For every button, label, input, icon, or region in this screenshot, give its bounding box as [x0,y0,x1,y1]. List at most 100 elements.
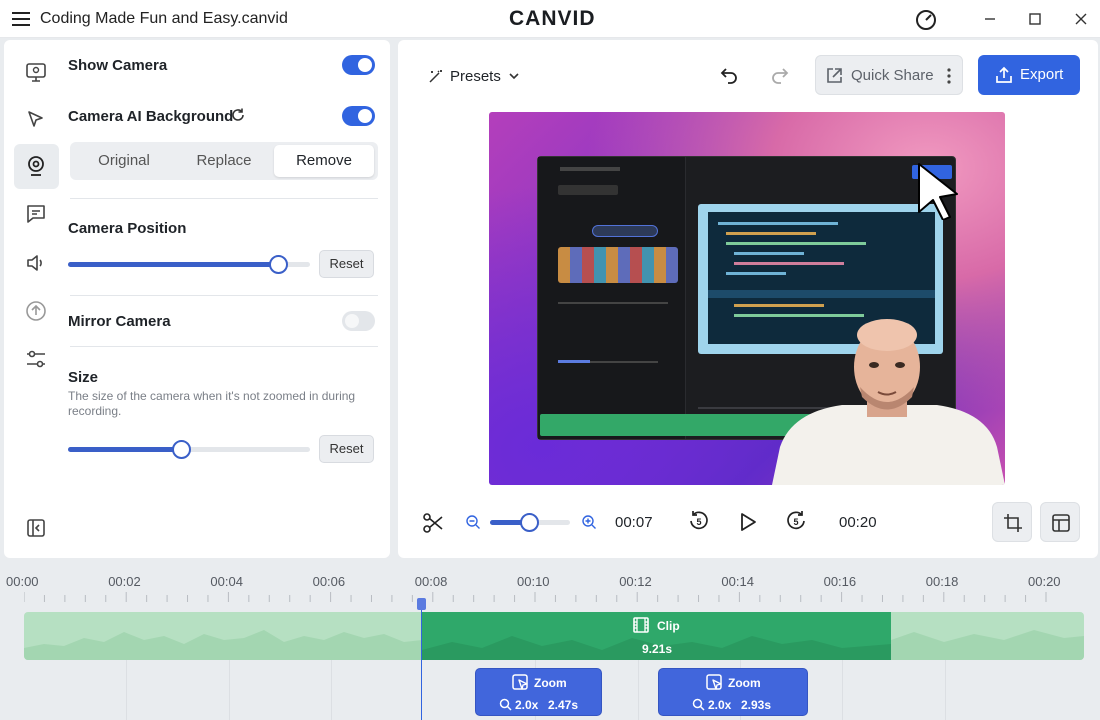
ruler-tick-label: 00:20 [1028,574,1061,589]
zoom-factor: 2.0x [708,698,732,712]
clip-duration: 9.21s [642,642,673,656]
speedometer-icon[interactable] [914,8,936,30]
camera-position-reset-button[interactable]: Reset [319,250,374,278]
zoom-label: Zoom [534,676,567,690]
svg-text:5: 5 [793,517,798,527]
rewind-5-icon[interactable]: 5 [687,509,711,533]
camera-icon[interactable] [24,154,48,178]
maximize-icon[interactable] [1024,8,1046,30]
share-icon [827,68,842,83]
current-time: 00:07 [615,514,653,531]
layout-icon [1052,514,1070,532]
audio-icon[interactable] [24,251,48,275]
zoom-segment[interactable]: Zoom 2.0x 2.47s [475,668,602,716]
ruler-tick-label: 00:16 [823,574,857,589]
film-icon [633,617,649,633]
quick-share-label: Quick Share [851,67,934,84]
slider-thumb[interactable] [172,440,191,459]
divider [70,346,378,347]
screen-icon[interactable] [24,60,48,84]
show-camera-label: Show Camera [68,57,168,74]
document-title: Coding Made Fun and Easy.canvid [40,10,288,27]
mirror-camera-toggle[interactable] [342,311,375,331]
zoom-out-icon[interactable] [465,514,481,530]
crop-icon [1004,514,1022,532]
mode-remove-button[interactable]: Remove [274,145,374,177]
mode-original-button[interactable]: Original [74,145,174,177]
end-time: 00:20 [839,514,877,531]
redo-icon[interactable] [769,64,791,86]
quick-share-button[interactable]: Quick Share [815,55,963,95]
size-label: Size [68,369,99,386]
size-reset-button[interactable]: Reset [319,435,374,463]
refresh-icon[interactable] [230,107,246,123]
camera-position-label: Camera Position [68,220,187,237]
divider [70,295,378,296]
mode-replace-button[interactable]: Replace [174,145,274,177]
collapse-panel-icon[interactable] [24,516,48,540]
export-icon [996,66,1012,83]
ruler-tick-label: 00:00 [6,574,39,589]
playhead[interactable] [421,600,422,720]
minimize-icon[interactable] [979,8,1001,30]
video-preview[interactable] [489,112,1005,485]
playhead-handle[interactable] [417,598,426,610]
forward-5-icon[interactable]: 5 [784,509,808,533]
ruler-tick-label: 00:12 [619,574,652,589]
clip-track[interactable]: Clip 9.21s [24,612,1084,660]
magnifier-icon [499,698,512,711]
layout-button[interactable] [1040,502,1080,542]
svg-text:5: 5 [696,517,701,527]
presets-label: Presets [450,67,501,85]
upload-icon[interactable] [24,299,48,323]
timeline-ruler [24,592,1047,602]
export-label: Export [1020,66,1064,83]
ruler-tick-label: 00:02 [108,574,141,589]
magic-wand-icon [429,70,442,83]
zoom-label: Zoom [728,676,761,690]
camera-settings-panel: Show Camera Camera AI Background Origina… [4,40,390,558]
scissors-icon[interactable] [422,512,444,534]
mirror-camera-label: Mirror Camera [68,313,171,330]
slider-thumb[interactable] [520,513,539,532]
title-bar: Coding Made Fun and Easy.canvid CANVID [0,0,1100,38]
crop-button[interactable] [992,502,1032,542]
ruler-tick-label: 00:08 [414,574,448,589]
zoom-cursor-icon [706,674,722,690]
close-icon[interactable] [1070,8,1092,30]
zoom-in-icon[interactable] [581,514,597,530]
play-icon[interactable] [737,511,759,533]
ruler-tick-label: 00:18 [925,574,959,589]
size-slider[interactable] [68,439,310,459]
magnifier-icon [692,698,705,711]
background-mode-selector: Original Replace Remove [70,142,378,180]
ruler-tick-label: 00:10 [517,574,550,589]
ai-background-toggle[interactable] [342,106,375,126]
cursor-icon[interactable] [24,108,48,132]
app-logo: CANVID [509,7,596,30]
clip-label: Clip [657,619,680,633]
show-camera-toggle[interactable] [342,55,375,75]
caption-icon[interactable] [24,202,48,226]
adjustments-icon[interactable] [24,347,48,371]
export-button[interactable]: Export [978,55,1080,95]
hamburger-menu-icon[interactable] [10,8,32,30]
zoom-factor: 2.0x [515,698,539,712]
presets-dropdown[interactable]: Presets [428,65,521,87]
zoom-duration: 2.93s [741,698,772,712]
undo-icon[interactable] [718,64,740,86]
ai-background-label: Camera AI Background [68,108,234,125]
zoom-duration: 2.47s [548,698,579,712]
more-options-icon [947,68,951,84]
editor-panel: Presets Quick Share Export 00:07 5 5 00:… [398,40,1098,558]
zoom-segment[interactable]: Zoom 2.0x 2.93s [658,668,808,716]
timeline-zoom-slider[interactable] [490,512,570,532]
camera-person [772,319,1005,485]
ruler-tick-label: 00:14 [721,574,754,589]
slider-thumb[interactable] [269,255,288,274]
size-description: The size of the camera when it's not zoo… [68,389,356,418]
camera-position-slider[interactable] [68,254,310,274]
cursor-pointer-icon [918,163,958,220]
zoom-cursor-icon [512,674,528,690]
divider [70,198,378,199]
